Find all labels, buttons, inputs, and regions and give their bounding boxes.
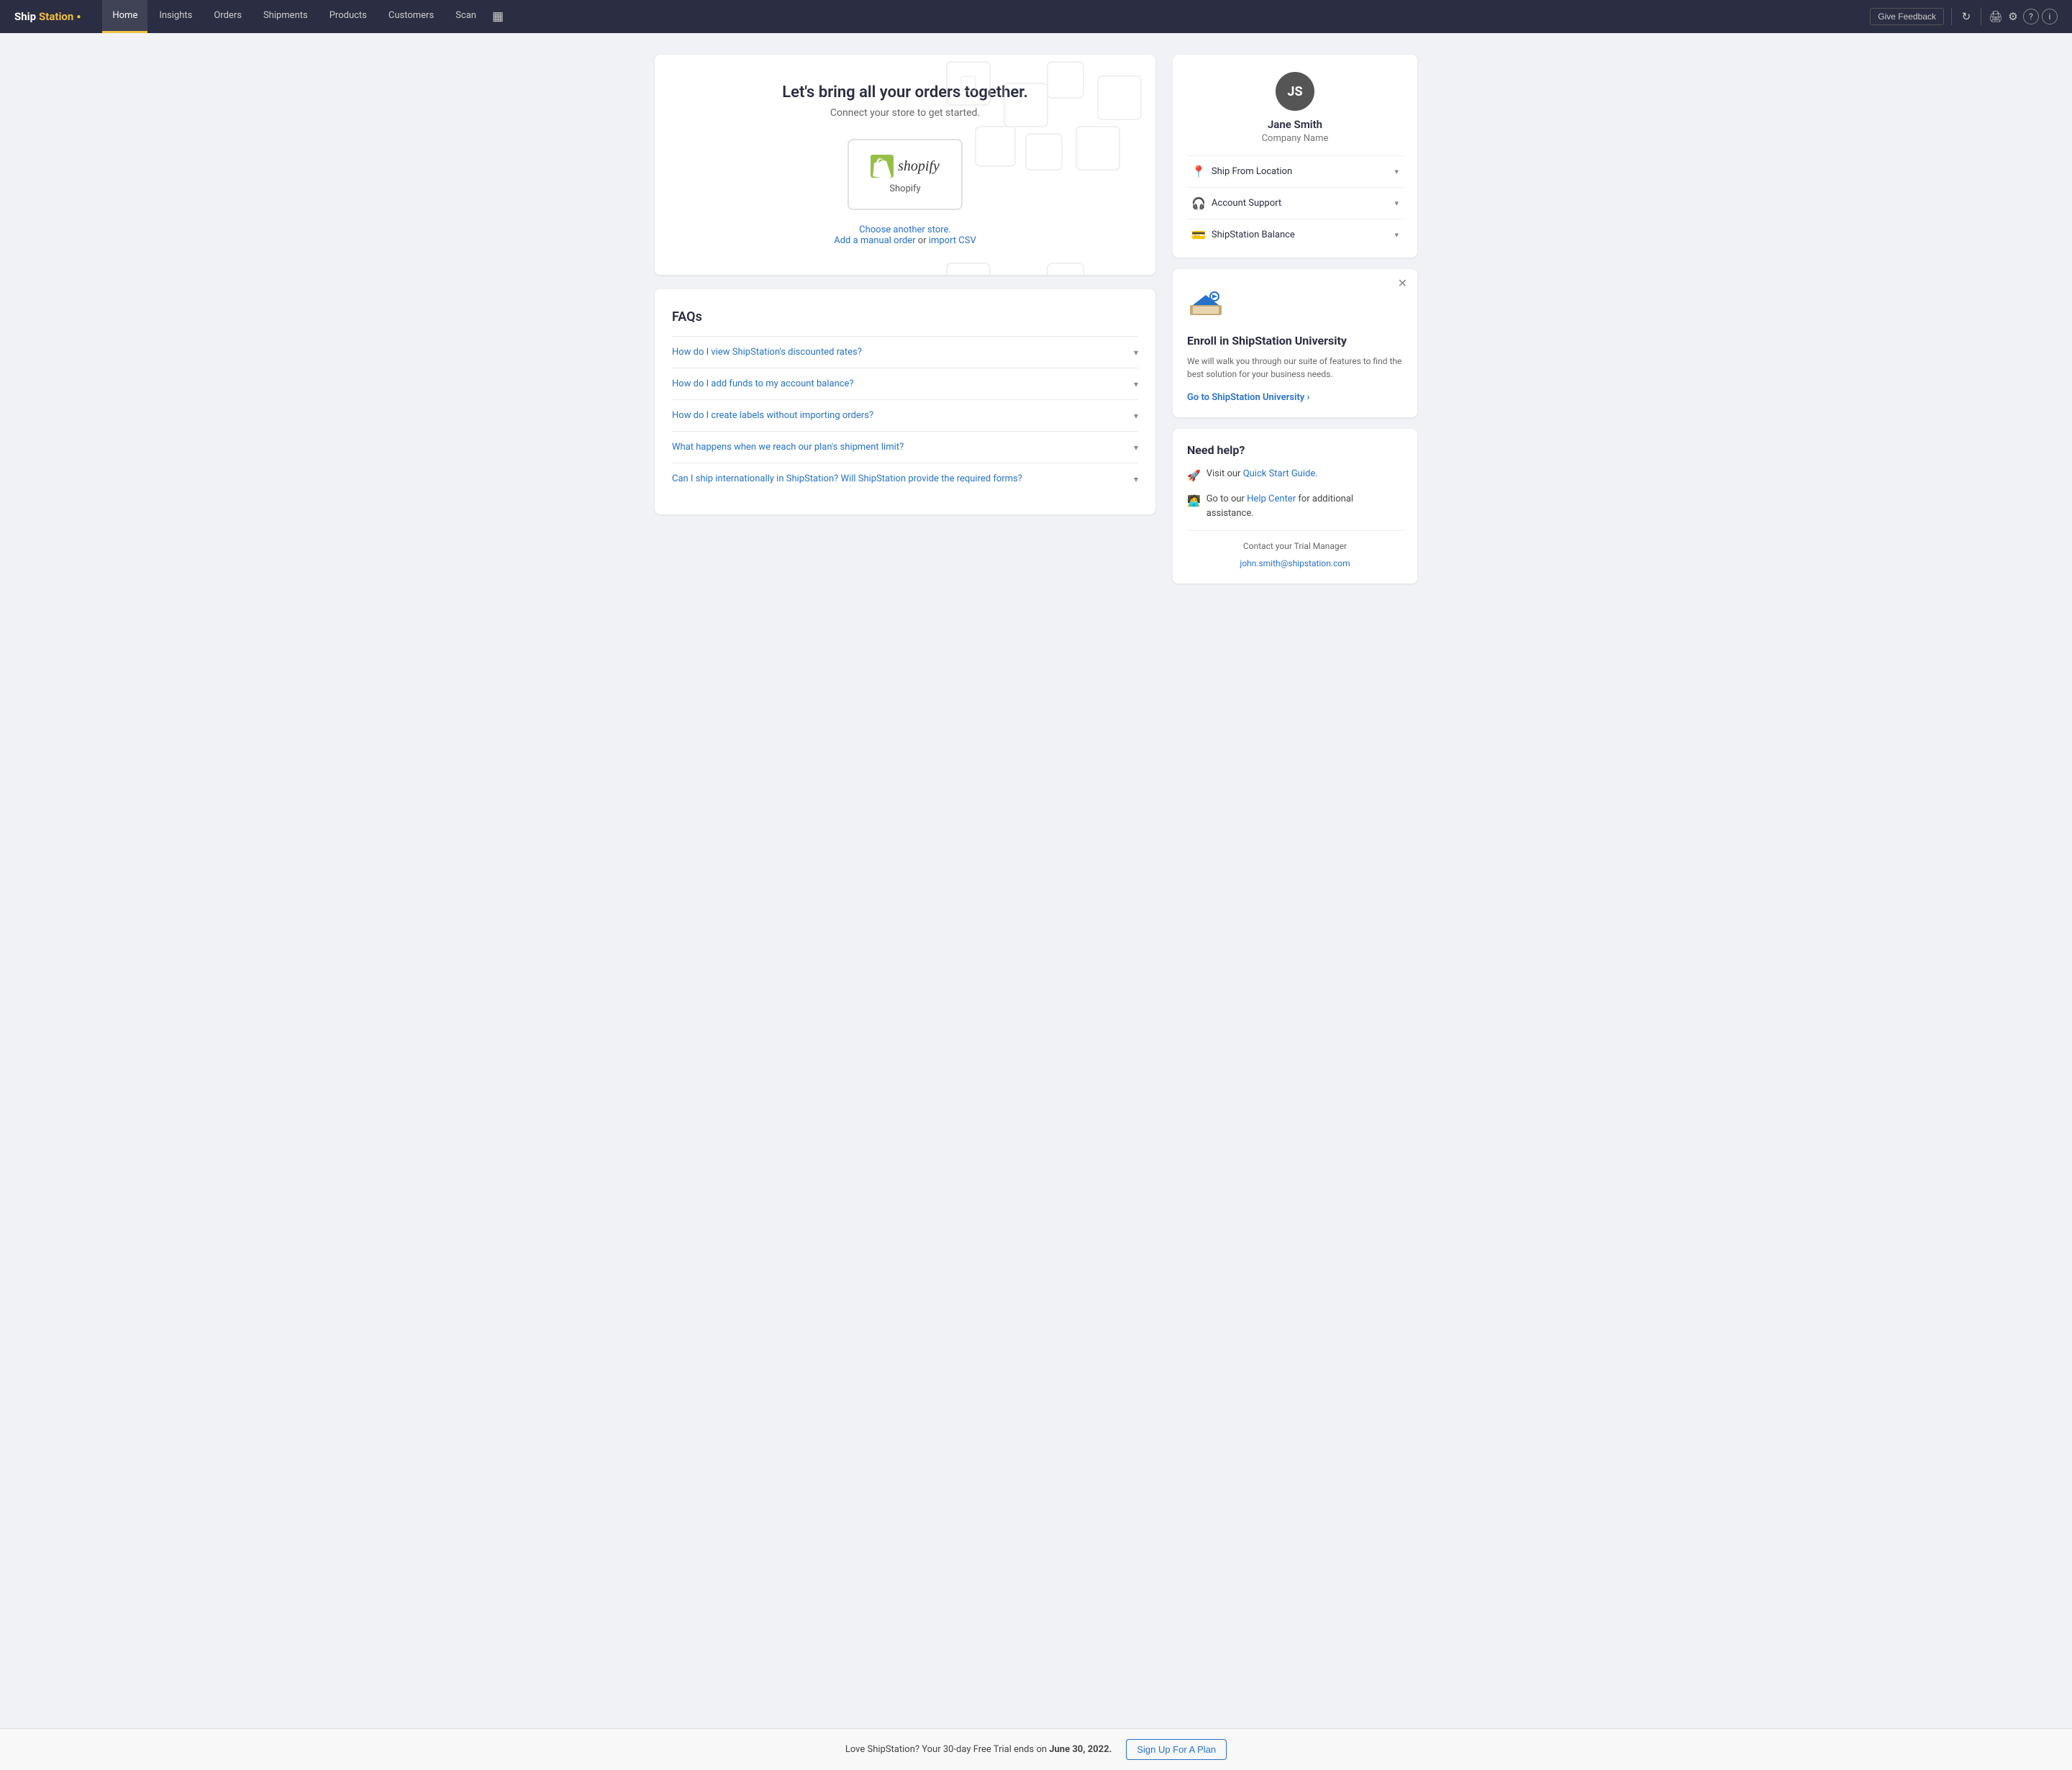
barcode-icon[interactable]: ▦	[491, 9, 505, 24]
print-icon[interactable]: 🖨	[1989, 9, 2003, 24]
profile-card: JS Jane Smith Company Name 📍 Ship From L…	[1173, 55, 1417, 258]
account-support-chevron: ▾	[1394, 199, 1399, 208]
brand-logo[interactable]: ShipStation●	[14, 10, 81, 23]
avatar: JS	[1276, 72, 1314, 111]
brand-station: Station	[39, 10, 73, 23]
faq-item-4[interactable]: What happens when we reach our plan's sh…	[672, 431, 1138, 463]
faq-question-3: How do I create labels without importing…	[672, 410, 1134, 421]
footer-date: June 30, 2022.	[1049, 1744, 1112, 1755]
help-quick-start-text: Visit our Quick Start Guide.	[1207, 467, 1318, 481]
university-card: ✕ Enroll in ShipStation University We wi…	[1173, 269, 1417, 417]
help-title: Need help?	[1187, 443, 1403, 457]
rocket-icon: 🚀	[1187, 468, 1201, 484]
ship-from-label: Ship From Location	[1212, 166, 1395, 177]
add-manual-order-link[interactable]: Add a manual order	[834, 235, 915, 246]
nav-divider	[1951, 8, 1952, 25]
sign-up-button[interactable]: Sign Up For A Plan	[1126, 1739, 1227, 1760]
faq-question-5: Can I ship internationally in ShipStatio…	[672, 473, 1134, 484]
help-center-link[interactable]: Help Center	[1247, 494, 1296, 504]
shopify-logo: shopify	[871, 155, 940, 178]
nav-right: Give Feedback ↻ 🖨 ⚙ ? i	[1870, 8, 2058, 25]
location-icon: 📍	[1191, 165, 1206, 178]
give-feedback-button[interactable]: Give Feedback	[1870, 8, 1944, 25]
brand-ship: Ship	[14, 10, 36, 23]
university-title: Enroll in ShipStation University	[1187, 334, 1403, 349]
left-column: Let's bring all your orders together. Co…	[655, 55, 1155, 514]
help-center-text: Go to our Help Center for additional ass…	[1207, 492, 1403, 520]
faq-item-1[interactable]: How do I view ShipStation's discounted r…	[672, 336, 1138, 368]
nav-orders[interactable]: Orders	[204, 0, 252, 33]
footer-text: Love ShipStation? Your 30-day Free Trial…	[845, 1744, 1112, 1755]
shipstation-balance-section[interactable]: 💳 ShipStation Balance ▾	[1187, 219, 1403, 250]
faq-item-3[interactable]: How do I create labels without importing…	[672, 399, 1138, 431]
right-column: JS Jane Smith Company Name 📍 Ship From L…	[1173, 55, 1417, 584]
faq-question-2: How do I add funds to my account balance…	[672, 378, 1134, 389]
brand-dot: ●	[76, 13, 81, 21]
university-link[interactable]: Go to ShipStation University ›	[1187, 392, 1309, 403]
trial-manager-label: Contact your Trial Manager	[1187, 541, 1403, 551]
person-icon: 🧑‍💻	[1187, 493, 1201, 509]
help-icon[interactable]: ?	[2023, 9, 2039, 24]
faq-chevron-2: ▾	[1134, 379, 1138, 389]
store-label: Shopify	[889, 183, 920, 194]
balance-icon: 💳	[1191, 228, 1206, 242]
nav-customers[interactable]: Customers	[378, 0, 444, 33]
footer-prefix: Love ShipStation? Your 30-day Free Trial…	[845, 1744, 1049, 1755]
trial-manager-email-container: john.smith@shipstation.com	[1187, 555, 1403, 569]
profile-company: Company Name	[1187, 133, 1403, 144]
import-csv-link[interactable]: import CSV	[929, 235, 976, 246]
help-item-quick-start: 🚀 Visit our Quick Start Guide.	[1187, 467, 1403, 484]
user-icon[interactable]: i	[2042, 9, 2058, 24]
choose-another-store-link[interactable]: Choose another store.	[859, 224, 951, 235]
faq-title: FAQs	[672, 309, 1138, 324]
shopify-bag-icon	[871, 155, 894, 178]
profile-name: Jane Smith	[1187, 118, 1403, 131]
trial-manager-email-link[interactable]: john.smith@shipstation.com	[1240, 558, 1350, 568]
nav-shipments[interactable]: Shipments	[253, 0, 318, 33]
nav-products[interactable]: Products	[319, 0, 377, 33]
balance-label: ShipStation Balance	[1212, 230, 1395, 240]
balance-chevron: ▾	[1394, 230, 1399, 240]
connect-title: Let's bring all your orders together.	[676, 83, 1134, 101]
shopify-store-option[interactable]: shopify Shopify	[848, 139, 963, 210]
ship-from-location-section[interactable]: 📍 Ship From Location ▾	[1187, 155, 1403, 187]
help-divider	[1187, 530, 1403, 531]
faq-item-2[interactable]: How do I add funds to my account balance…	[672, 368, 1138, 399]
nav-home[interactable]: Home	[102, 0, 147, 33]
account-support-label: Account Support	[1212, 198, 1395, 209]
faq-chevron-1: ▾	[1134, 348, 1138, 358]
nav-links: Home Insights Orders Shipments Products …	[102, 0, 1870, 33]
close-button[interactable]: ✕	[1398, 278, 1407, 289]
faq-chevron-4: ▾	[1134, 442, 1138, 453]
settings-icon[interactable]: ⚙	[2006, 9, 2020, 24]
main-content: Let's bring all your orders together. Co…	[640, 33, 1432, 641]
nav-insights[interactable]: Insights	[149, 0, 202, 33]
nav-scan[interactable]: Scan	[445, 0, 486, 33]
faq-item-5[interactable]: Can I ship internationally in ShipStatio…	[672, 463, 1138, 494]
footer-banner: Love ShipStation? Your 30-day Free Trial…	[0, 1728, 2072, 1770]
help-card: Need help? 🚀 Visit our Quick Start Guide…	[1173, 429, 1417, 584]
faq-question-1: How do I view ShipStation's discounted r…	[672, 347, 1134, 358]
account-support-section[interactable]: 🎧 Account Support ▾	[1187, 187, 1403, 219]
connect-card: Let's bring all your orders together. Co…	[655, 55, 1155, 275]
faq-question-4: What happens when we reach our plan's sh…	[672, 442, 1134, 453]
help-item-help-center: 🧑‍💻 Go to our Help Center for additional…	[1187, 492, 1403, 520]
shopify-text: shopify	[898, 158, 940, 175]
ship-from-chevron: ▾	[1394, 167, 1399, 176]
faq-chevron-5: ▾	[1134, 474, 1138, 484]
faq-card: FAQs How do I view ShipStation's discoun…	[655, 289, 1155, 514]
refresh-icon[interactable]: ↻	[1959, 9, 1973, 24]
quick-start-guide-link[interactable]: Quick Start Guide.	[1243, 468, 1318, 479]
support-icon: 🎧	[1191, 196, 1206, 210]
university-icon	[1187, 283, 1403, 327]
connect-subtitle: Connect your store to get started.	[676, 107, 1134, 119]
connect-links: Choose another store.Add a manual order …	[676, 224, 1134, 246]
navbar: ShipStation● Home Insights Orders Shipme…	[0, 0, 2072, 33]
faq-chevron-3: ▾	[1134, 411, 1138, 421]
university-description: We will walk you through our suite of fe…	[1187, 355, 1403, 381]
